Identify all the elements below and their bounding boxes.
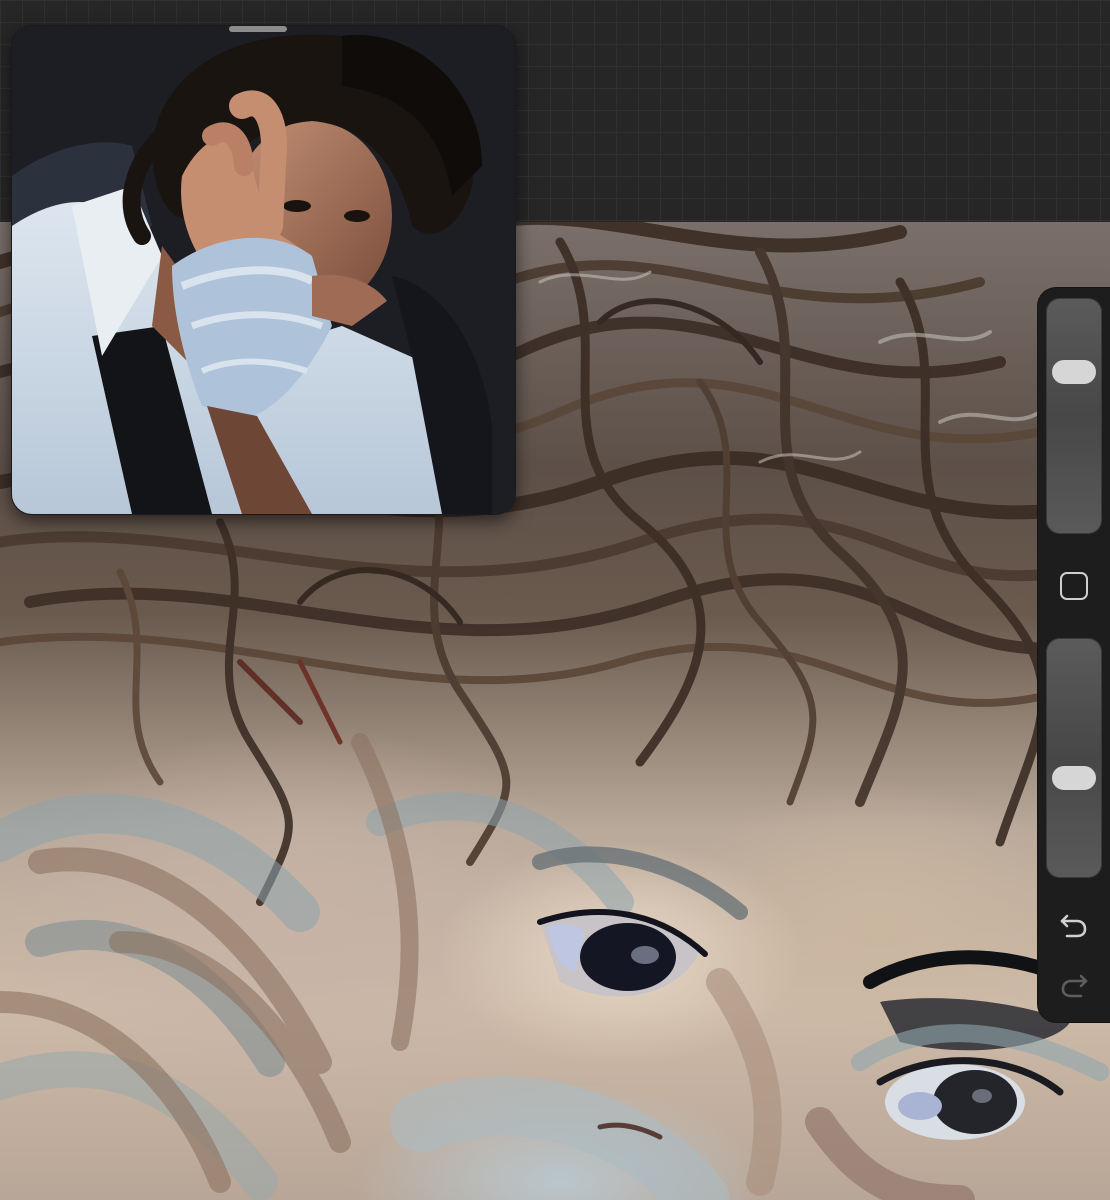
brush-size-slider-thumb[interactable]: [1052, 360, 1096, 384]
undo-icon[interactable]: [1052, 906, 1096, 946]
sidebar: [1038, 288, 1110, 1022]
redo-icon[interactable]: [1052, 966, 1096, 1006]
reference-image-window[interactable]: [12, 26, 515, 514]
opacity-slider[interactable]: [1046, 638, 1102, 878]
reference-photo: [12, 26, 515, 514]
opacity-slider-thumb[interactable]: [1052, 766, 1096, 791]
square-icon[interactable]: [1060, 572, 1088, 600]
brush-size-slider[interactable]: [1046, 298, 1102, 534]
drag-handle-icon[interactable]: [229, 26, 287, 32]
